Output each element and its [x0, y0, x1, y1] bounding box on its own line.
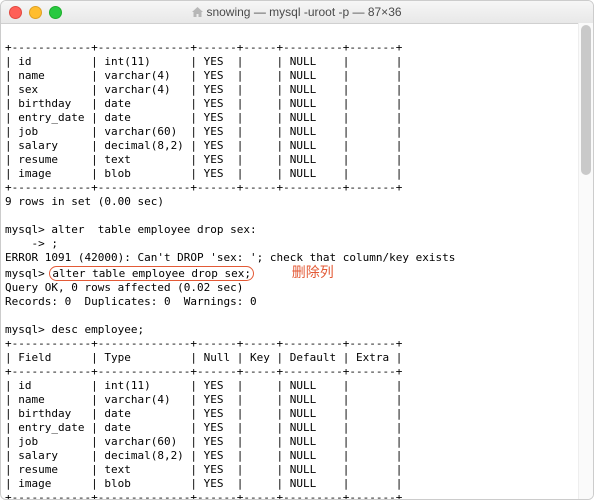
traffic-lights: [9, 6, 62, 19]
sql-continuation: -> ;: [5, 237, 58, 250]
table-sep: +------------+--------------+------+----…: [5, 337, 402, 350]
table-row: | image | blob | YES | | NULL | |: [5, 477, 402, 490]
table-row: | birthday | date | YES | | NULL | |: [5, 97, 402, 110]
table-header: | Field | Type | Null | Key | Default | …: [5, 351, 402, 364]
scrollbar[interactable]: [578, 23, 593, 499]
table-sep: +------------+--------------+------+----…: [5, 181, 402, 194]
table-sep: +------------+--------------+------+----…: [5, 491, 402, 499]
home-icon: [192, 6, 203, 20]
table-sep: +------------+--------------+------+----…: [5, 41, 402, 54]
records-line: Records: 0 Duplicates: 0 Warnings: 0: [5, 295, 257, 308]
sql-command: mysql> alter table employee drop sex:: [5, 223, 257, 236]
terminal-window: snowing — mysql -uroot -p — 87×36 +-----…: [0, 0, 594, 500]
table-row: | salary | decimal(8,2) | YES | | NULL |…: [5, 139, 402, 152]
highlighted-command: alter table employee drop sex;: [49, 266, 254, 281]
query-ok: Query OK, 0 rows affected (0.02 sec): [5, 281, 243, 294]
table-sep: +------------+--------------+------+----…: [5, 365, 402, 378]
error-line: ERROR 1091 (42000): Can't DROP 'sex: '; …: [5, 251, 455, 264]
rows-summary: 9 rows in set (0.00 sec): [5, 195, 164, 208]
close-icon[interactable]: [9, 6, 22, 19]
table-row: | job | varchar(60) | YES | | NULL | |: [5, 435, 402, 448]
table-row: | name | varchar(4) | YES | | NULL | |: [5, 69, 402, 82]
terminal-content[interactable]: +------------+--------------+------+----…: [1, 23, 579, 499]
table-row: | resume | text | YES | | NULL | |: [5, 153, 402, 166]
table-row: | sex | varchar(4) | YES | | NULL | |: [5, 83, 402, 96]
table-row: | image | blob | YES | | NULL | |: [5, 167, 402, 180]
table-row: | entry_date | date | YES | | NULL | |: [5, 111, 402, 124]
zoom-icon[interactable]: [49, 6, 62, 19]
prompt: mysql>: [5, 267, 51, 280]
table-row: | salary | decimal(8,2) | YES | | NULL |…: [5, 449, 402, 462]
window-title-text: snowing — mysql -uroot -p — 87×36: [206, 5, 401, 19]
table-row: | resume | text | YES | | NULL | |: [5, 463, 402, 476]
annotation-label: 删除列: [292, 264, 334, 280]
titlebar: snowing — mysql -uroot -p — 87×36: [1, 1, 593, 24]
sql-command: mysql> desc employee;: [5, 323, 144, 336]
window-title: snowing — mysql -uroot -p — 87×36: [1, 5, 593, 20]
minimize-icon[interactable]: [29, 6, 42, 19]
table-row: | entry_date | date | YES | | NULL | |: [5, 421, 402, 434]
scrollbar-thumb[interactable]: [581, 25, 591, 175]
table-row: | job | varchar(60) | YES | | NULL | |: [5, 125, 402, 138]
table-row: | birthday | date | YES | | NULL | |: [5, 407, 402, 420]
table-row: | id | int(11) | YES | | NULL | |: [5, 55, 402, 68]
table-row: | name | varchar(4) | YES | | NULL | |: [5, 393, 402, 406]
table-row: | id | int(11) | YES | | NULL | |: [5, 379, 402, 392]
